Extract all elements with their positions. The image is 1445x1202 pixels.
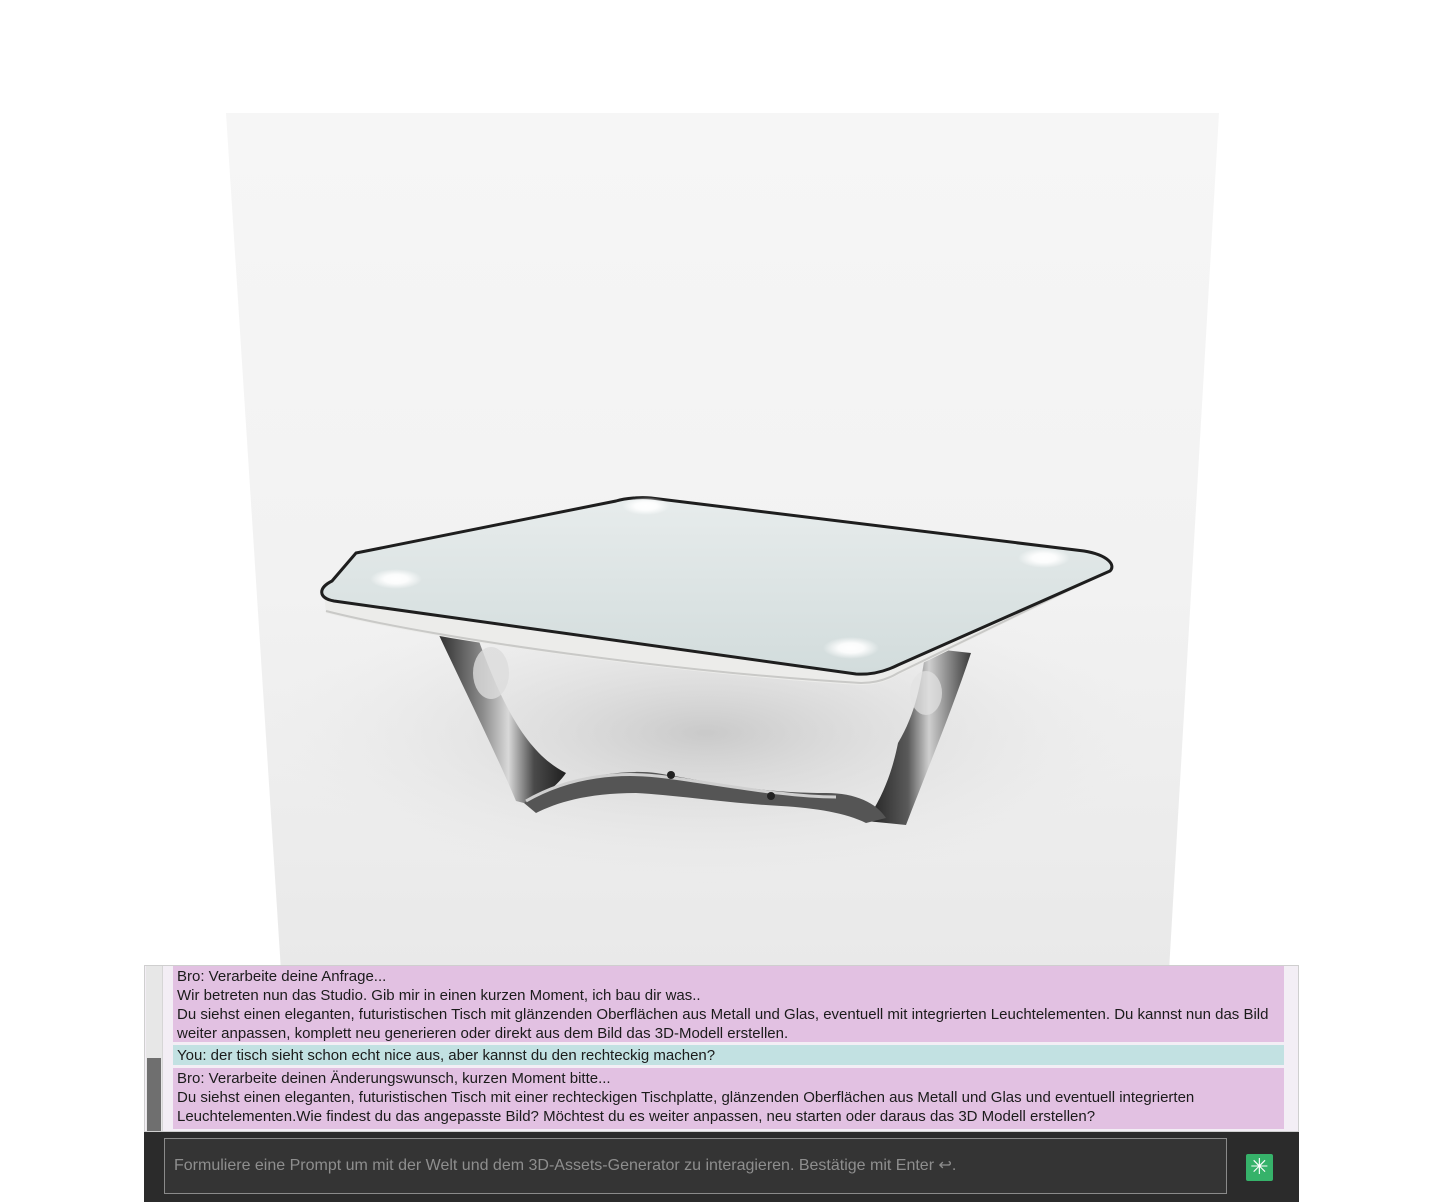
chat-message-user: You: der tisch sieht schon echt nice aus… (173, 1045, 1284, 1065)
prompt-input[interactable] (164, 1138, 1227, 1194)
chat-message-line: You: der tisch sieht schon echt nice aus… (177, 1047, 716, 1064)
prompt-bar: ✳ (144, 1132, 1299, 1202)
chat-message-line: Bro: Verarbeite deinen Änderungswunsch, … (177, 1070, 611, 1087)
send-button[interactable]: ✳ (1246, 1154, 1273, 1181)
chat-scrollbar[interactable] (146, 966, 163, 1131)
sparkle-icon: ✳ (1250, 1155, 1269, 1180)
chat-log: Bro: Verarbeite deine Anfrage... Wir bet… (144, 965, 1299, 1132)
chat-scrollbar-thumb[interactable] (147, 1058, 161, 1131)
table-render-image (266, 496, 1146, 883)
chat-message-line: Wir betreten nun das Studio. Gib mir in … (177, 987, 701, 1004)
chat-message-bot: Bro: Verarbeite deine Anfrage... Wir bet… (173, 966, 1284, 1042)
chat-message-line: Bro: Verarbeite deine Anfrage... (177, 968, 387, 985)
generated-image-viewport (226, 113, 1219, 965)
chat-message-line: Du siehst einen eleganten, futuristische… (177, 1006, 1269, 1042)
chat-message-bot: Bro: Verarbeite deinen Änderungswunsch, … (173, 1068, 1284, 1129)
chat-message-line: Du siehst einen eleganten, futuristische… (177, 1089, 1195, 1125)
